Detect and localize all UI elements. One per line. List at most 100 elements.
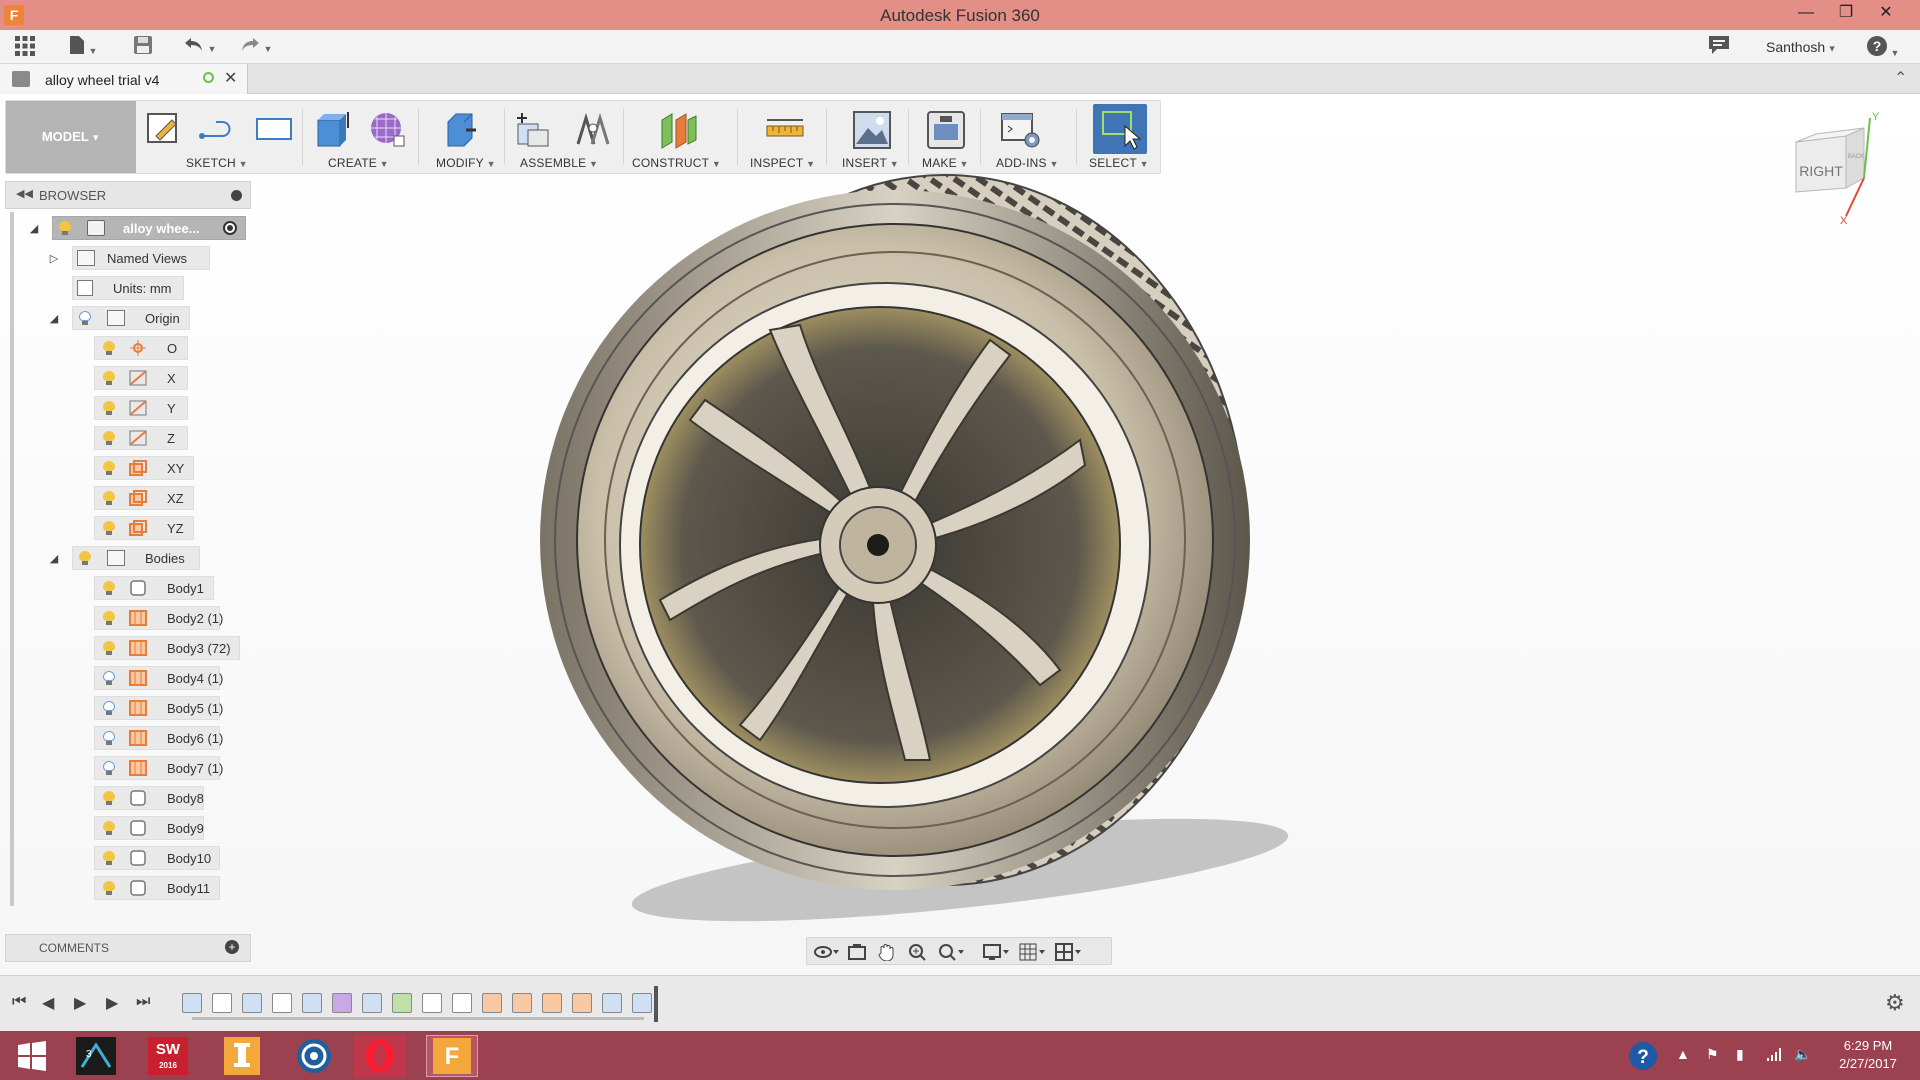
- ribbon-group-sketch[interactable]: SKETCH ▼: [186, 156, 248, 170]
- visibility-bulb-icon[interactable]: [103, 611, 115, 625]
- tree-node-bodies[interactable]: Bodies: [72, 546, 200, 570]
- orbit-icon[interactable]: [813, 943, 839, 961]
- origin-item-x[interactable]: X: [94, 366, 188, 390]
- press-pull-icon[interactable]: [442, 110, 478, 147]
- collapse-tabs-icon[interactable]: ⌃: [1894, 68, 1907, 88]
- ribbon-group-create[interactable]: CREATE ▼: [328, 156, 389, 170]
- minimize-icon[interactable]: —: [1786, 0, 1826, 30]
- timeline-feature[interactable]: [242, 993, 262, 1013]
- wheel-model[interactable]: [0, 95, 1920, 975]
- timeline-track[interactable]: [192, 1017, 644, 1020]
- collapse-browser-icon[interactable]: ◀◀: [16, 187, 33, 200]
- ribbon-group-make[interactable]: MAKE ▼: [922, 156, 969, 170]
- collapse-bodies-icon[interactable]: ◢: [46, 551, 62, 567]
- undo-icon[interactable]: ▼: [183, 35, 216, 59]
- visibility-bulb-icon[interactable]: [103, 491, 115, 505]
- create-sketch-icon[interactable]: [146, 110, 182, 146]
- user-menu[interactable]: Santhosh ▼: [1766, 35, 1837, 59]
- timeline-feature[interactable]: [392, 993, 412, 1013]
- insert-image-icon[interactable]: [852, 110, 891, 149]
- timeline-marker[interactable]: [654, 986, 658, 1022]
- timeline-feature[interactable]: [512, 993, 532, 1013]
- redo-icon[interactable]: ▼: [239, 35, 272, 59]
- select-icon[interactable]: [1093, 104, 1147, 154]
- ribbon-group-insert[interactable]: INSERT ▼: [842, 156, 899, 170]
- visibility-bulb-icon[interactable]: [103, 641, 115, 655]
- offset-plane-icon[interactable]: [658, 110, 697, 149]
- help-tray-icon[interactable]: ?: [1628, 1041, 1658, 1074]
- body-item[interactable]: Body2 (1): [94, 606, 223, 630]
- timeline-feature[interactable]: [572, 993, 592, 1013]
- ribbon-group-add-ins[interactable]: ADD-INS ▼: [996, 156, 1059, 170]
- save-icon[interactable]: [133, 35, 153, 59]
- ribbon-group-assemble[interactable]: ASSEMBLE ▼: [520, 156, 598, 170]
- activate-radio-icon[interactable]: [223, 221, 237, 235]
- timeline-feature[interactable]: [362, 993, 382, 1013]
- tree-root-node[interactable]: alloy whee...: [52, 216, 246, 240]
- visibility-bulb-icon[interactable]: [59, 221, 71, 235]
- restore-icon[interactable]: ❐: [1826, 0, 1866, 30]
- extrude-icon[interactable]: [314, 110, 350, 147]
- collapse-origin-icon[interactable]: ◢: [46, 311, 62, 327]
- expand-named-views-icon[interactable]: ▷: [46, 251, 62, 267]
- timeline-feature[interactable]: [632, 993, 652, 1013]
- help-icon[interactable]: ? ▼: [1866, 35, 1899, 59]
- step-back-icon[interactable]: ◀: [42, 993, 54, 1013]
- workspace-switcher[interactable]: MODEL ▼: [6, 101, 136, 173]
- line-icon[interactable]: [198, 110, 234, 146]
- add-comment-icon[interactable]: +: [225, 940, 239, 954]
- 3ds-max-icon[interactable]: 3: [70, 1035, 122, 1077]
- visibility-bulb-icon[interactable]: [103, 701, 115, 715]
- body-item[interactable]: Body6 (1): [94, 726, 223, 750]
- origin-item-o[interactable]: O: [94, 336, 188, 360]
- browser-pin-icon[interactable]: [231, 190, 242, 201]
- visibility-bulb-icon[interactable]: [103, 431, 115, 445]
- visibility-bulb-icon[interactable]: [103, 881, 115, 895]
- close-icon[interactable]: ✕: [1866, 0, 1906, 30]
- visibility-bulb-icon[interactable]: [103, 731, 115, 745]
- visibility-bulb-icon[interactable]: [79, 311, 91, 325]
- visibility-bulb-icon[interactable]: [103, 341, 115, 355]
- volume-icon[interactable]: 🔈: [1794, 1046, 1811, 1063]
- timeline-feature[interactable]: [212, 993, 232, 1013]
- timeline-feature[interactable]: [272, 993, 292, 1013]
- skip-start-icon[interactable]: ⏮: [12, 993, 26, 1011]
- timeline-feature[interactable]: [302, 993, 322, 1013]
- form-icon[interactable]: [368, 110, 405, 147]
- body-item[interactable]: Body5 (1): [94, 696, 223, 720]
- show-hidden-icons-icon[interactable]: ▲: [1676, 1046, 1690, 1062]
- body-item[interactable]: Body10: [94, 846, 220, 870]
- system-clock[interactable]: 6:29 PM 2/27/2017: [1820, 1037, 1916, 1073]
- visibility-bulb-icon[interactable]: [103, 461, 115, 475]
- tree-node-units[interactable]: Units: mm: [72, 276, 184, 300]
- timeline-feature[interactable]: [422, 993, 442, 1013]
- origin-item-xz[interactable]: XZ: [94, 486, 194, 510]
- timeline-settings-icon[interactable]: ⚙: [1885, 990, 1905, 1016]
- body-item[interactable]: Body9: [94, 816, 204, 840]
- visibility-bulb-icon[interactable]: [103, 521, 115, 535]
- body-item[interactable]: Body8: [94, 786, 204, 810]
- timeline-feature[interactable]: [542, 993, 562, 1013]
- 3d-print-icon[interactable]: [926, 110, 965, 149]
- comment-icon[interactable]: [1708, 35, 1730, 59]
- ribbon-group-select[interactable]: SELECT ▼: [1089, 156, 1149, 170]
- rectangle-icon[interactable]: [254, 110, 292, 146]
- visibility-bulb-icon[interactable]: [103, 761, 115, 775]
- visibility-bulb-icon[interactable]: [103, 671, 115, 685]
- grid-settings-icon[interactable]: [1019, 943, 1045, 961]
- visibility-bulb-icon[interactable]: [103, 821, 115, 835]
- scripts-addins-icon[interactable]: [1000, 110, 1040, 148]
- origin-item-z[interactable]: Z: [94, 426, 188, 450]
- look-at-icon[interactable]: [847, 943, 867, 961]
- visibility-bulb-icon[interactable]: [103, 581, 115, 595]
- fit-icon[interactable]: [937, 943, 964, 961]
- opera-icon[interactable]: [354, 1035, 406, 1077]
- solidworks-2016-icon[interactable]: SW 2016: [142, 1035, 194, 1077]
- timeline-feature[interactable]: [482, 993, 502, 1013]
- visibility-bulb-icon[interactable]: [103, 851, 115, 865]
- timeline-feature[interactable]: [452, 993, 472, 1013]
- body-item[interactable]: Body1: [94, 576, 214, 600]
- canvas-viewport[interactable]: [0, 95, 1920, 975]
- file-icon[interactable]: ▼: [68, 35, 97, 59]
- ribbon-group-modify[interactable]: MODIFY ▼: [436, 156, 496, 170]
